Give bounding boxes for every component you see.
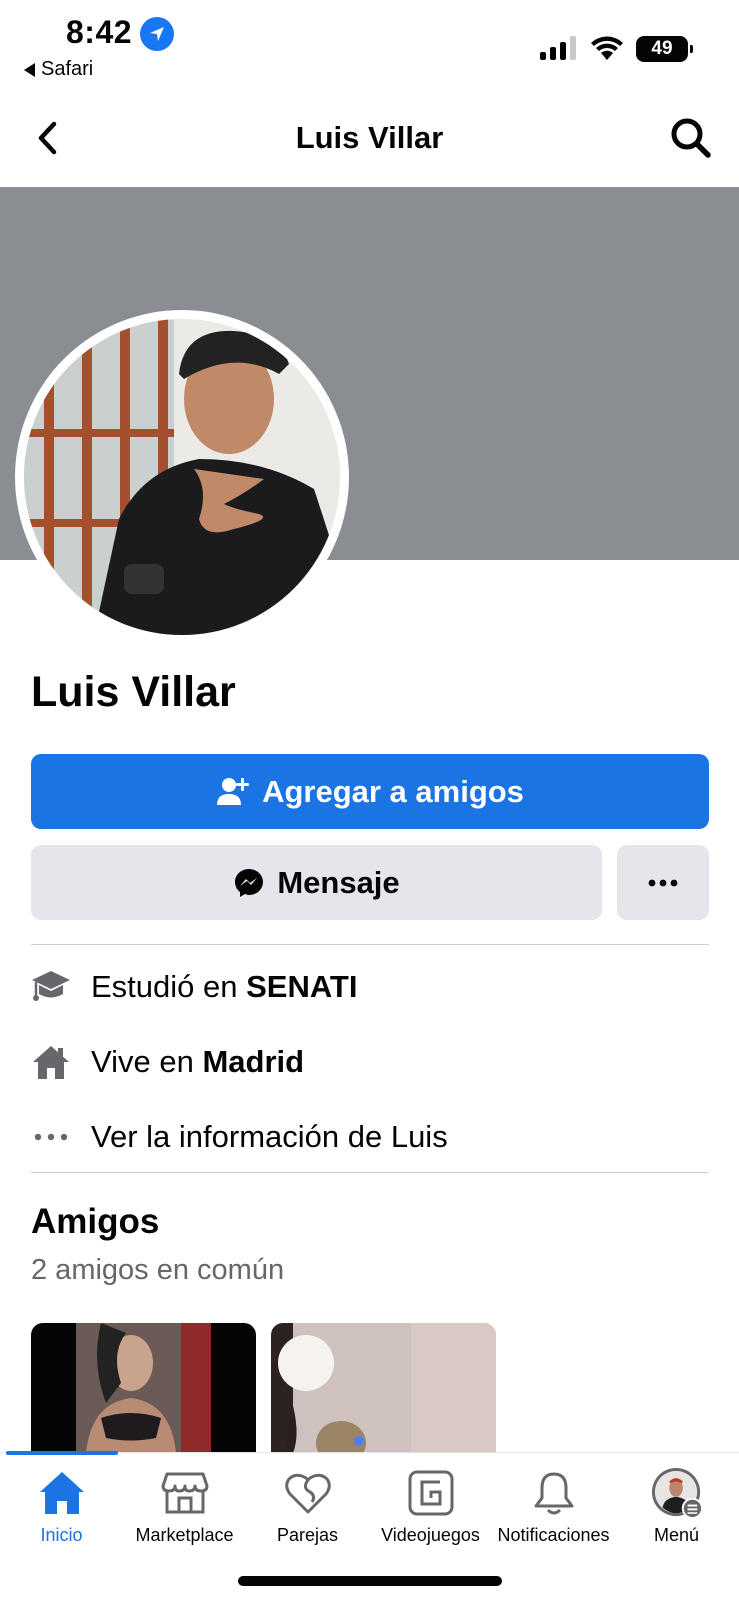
education-place: SENATI xyxy=(246,969,358,1004)
profile-page: 8:42 Safari 49 Luis Villar Luis Villar A… xyxy=(0,0,739,1600)
active-tab-indicator xyxy=(6,1451,118,1455)
tab-videojuegos[interactable]: Videojuegos xyxy=(369,1467,492,1557)
tab-marketplace[interactable]: Marketplace xyxy=(123,1467,246,1557)
battery-level: 49 xyxy=(651,38,673,59)
tab-inicio[interactable]: Inicio xyxy=(0,1467,123,1557)
marketplace-icon xyxy=(159,1467,211,1519)
add-friend-button[interactable]: Agregar a amigos xyxy=(31,754,709,829)
tab-label: Notificaciones xyxy=(497,1525,610,1545)
tab-label: Parejas xyxy=(276,1525,339,1545)
friend-photo xyxy=(271,1323,496,1453)
location-arrow-icon xyxy=(140,17,174,51)
lives-in-row[interactable]: Vive en Madrid xyxy=(31,1037,709,1087)
tab-notificaciones[interactable]: Notificaciones xyxy=(492,1467,615,1557)
lives-prefix: Vive en xyxy=(91,1044,203,1079)
tab-menu[interactable]: Menú xyxy=(615,1467,738,1557)
dating-heart-icon xyxy=(282,1467,334,1519)
education-prefix: Estudió en xyxy=(91,969,247,1004)
wifi-icon xyxy=(591,36,623,60)
more-options-button[interactable] xyxy=(617,845,709,920)
message-button[interactable]: Mensaje xyxy=(31,845,602,920)
friends-section-title: Amigos xyxy=(31,1202,160,1241)
back-to-safari-link[interactable]: Safari xyxy=(24,58,93,81)
home-indicator[interactable] xyxy=(238,1576,502,1586)
home-icon xyxy=(31,1042,71,1082)
search-icon[interactable] xyxy=(668,115,714,161)
profile-picture-image xyxy=(24,319,340,635)
friend-card[interactable] xyxy=(31,1323,256,1453)
battery-icon: 49 xyxy=(636,36,693,62)
back-triangle-icon xyxy=(24,62,35,77)
friend-card[interactable] xyxy=(271,1323,496,1453)
lives-place: Madrid xyxy=(202,1044,305,1079)
education-row[interactable]: Estudió en SENATI xyxy=(31,962,709,1012)
message-label: Mensaje xyxy=(277,864,400,900)
home-icon xyxy=(36,1467,88,1519)
add-friend-label: Agregar a amigos xyxy=(262,773,524,809)
back-app-label: Safari xyxy=(41,58,94,80)
tab-parejas[interactable]: Parejas xyxy=(246,1467,369,1557)
status-bar: 8:42 Safari 49 xyxy=(0,0,739,90)
graduation-cap-icon xyxy=(31,967,71,1007)
divider xyxy=(31,944,709,945)
add-friend-icon xyxy=(217,777,250,805)
profile-name: Luis Villar xyxy=(31,668,236,716)
divider xyxy=(31,1172,709,1173)
tab-label: Inicio xyxy=(40,1525,83,1545)
profile-picture[interactable] xyxy=(15,310,349,644)
bell-icon xyxy=(528,1467,580,1519)
tab-label: Videojuegos xyxy=(381,1525,480,1545)
messenger-icon xyxy=(235,868,264,897)
cellular-signal-icon xyxy=(540,36,576,60)
nav-header: Luis Villar xyxy=(0,100,739,180)
avatar-menu-icon xyxy=(651,1467,703,1519)
gaming-icon xyxy=(405,1467,457,1519)
tab-label: Marketplace xyxy=(135,1525,234,1545)
friend-photo xyxy=(31,1323,256,1453)
more-dots-icon xyxy=(31,1117,71,1157)
tab-label: Menú xyxy=(653,1525,700,1545)
mutual-friends-count[interactable]: 2 amigos en común xyxy=(31,1254,284,1287)
page-title: Luis Villar xyxy=(295,120,444,155)
more-info-label: Ver la información de Luis xyxy=(91,1119,448,1154)
more-info-row[interactable]: Ver la información de Luis xyxy=(31,1112,709,1162)
status-time: 8:42 xyxy=(66,14,133,50)
more-dots-icon xyxy=(648,879,678,886)
